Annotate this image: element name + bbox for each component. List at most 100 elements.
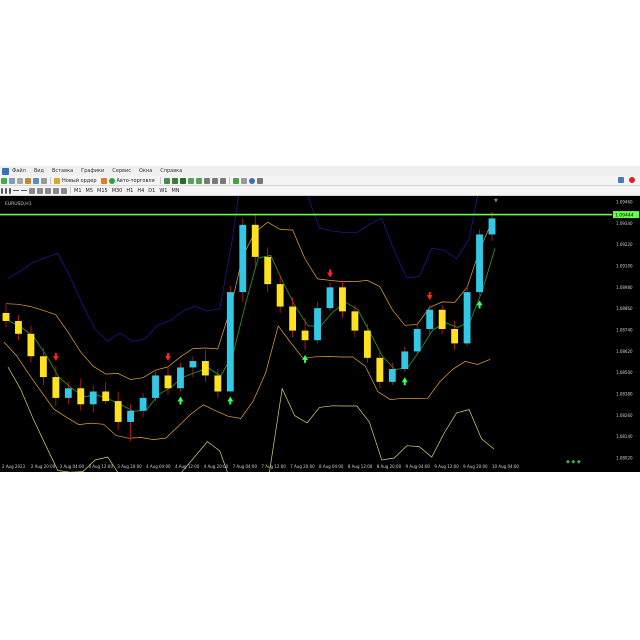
label-icon[interactable] <box>53 187 59 194</box>
auto-trading-button[interactable]: Авто-торговля <box>117 178 155 184</box>
vertical-line-icon[interactable] <box>9 187 11 194</box>
menu-help[interactable]: Справка <box>160 168 182 174</box>
trendline-icon[interactable] <box>21 190 27 191</box>
tf-m5[interactable]: M5 <box>86 188 94 194</box>
price-tick-label: 1.08620 <box>616 349 633 354</box>
candlestick-icon[interactable] <box>171 177 178 184</box>
chart-shift-marker-icon[interactable]: ▼ <box>494 198 498 204</box>
indicators-icon[interactable] <box>232 177 239 184</box>
menu-tools[interactable]: Сервис <box>112 168 131 174</box>
periods-icon[interactable] <box>240 177 247 184</box>
bar-chart-icon[interactable] <box>163 177 170 184</box>
data-window-icon[interactable] <box>25 177 31 184</box>
tf-w1[interactable]: W1 <box>159 188 167 194</box>
bear-candle <box>351 311 359 331</box>
price-tick-label: 1.08020 <box>616 456 633 461</box>
terminal-icon[interactable] <box>41 177 47 184</box>
time-tick-label: 4 Aug 20:00 <box>204 464 229 469</box>
bull-candle <box>189 361 197 368</box>
time-tick-label: 9 Aug 20:00 <box>463 464 488 469</box>
time-tick-label: 9 Aug 12:00 <box>434 464 459 469</box>
bear-candle <box>289 306 297 331</box>
toolbar-separator <box>228 177 230 184</box>
toolbar-separator <box>70 187 71 194</box>
menu-file[interactable]: Файл <box>12 168 26 174</box>
price-scale[interactable] <box>612 196 640 472</box>
menu-view[interactable]: Вид <box>34 168 44 174</box>
chart-shift-icon[interactable] <box>211 177 218 184</box>
bear-candle <box>438 309 446 329</box>
price-tick-label: 1.08500 <box>616 370 633 375</box>
menu-window[interactable]: Окна <box>139 168 152 174</box>
tf-h1[interactable]: H1 <box>126 188 133 194</box>
new-chart-icon[interactable] <box>1 177 7 184</box>
new-order-icon[interactable] <box>54 177 60 184</box>
text-icon[interactable] <box>45 187 51 194</box>
tile-windows-icon[interactable] <box>203 177 210 184</box>
price-tick-label: 1.09340 <box>616 221 633 226</box>
bull-candle <box>326 287 334 309</box>
time-tick-label: 7 Aug 12:00 <box>261 464 286 469</box>
bear-candle <box>164 375 172 389</box>
menu-charts[interactable]: Графики <box>81 168 104 174</box>
autoscroll-icon[interactable] <box>219 177 226 184</box>
tf-d1[interactable]: D1 <box>148 188 155 194</box>
zoom-in-icon[interactable] <box>187 177 194 184</box>
tf-m30[interactable]: M30 <box>112 188 123 194</box>
auto-trading-icon[interactable] <box>108 177 115 184</box>
templates-icon[interactable] <box>248 177 255 184</box>
line-chart-icon[interactable] <box>179 177 186 184</box>
tf-h4[interactable]: H4 <box>137 188 144 194</box>
toolbar-separator <box>159 177 161 184</box>
toolbar-separator <box>50 177 51 184</box>
sell-arrow-icon <box>327 269 333 278</box>
horizontal-line-icon[interactable] <box>13 190 19 191</box>
tf-mn[interactable]: MN <box>171 188 179 194</box>
bear-candle <box>114 401 122 422</box>
standard-toolbar: Новый ордер Авто-торговля <box>0 176 640 186</box>
bull-candle <box>139 397 147 411</box>
tf-m15[interactable]: M15 <box>97 188 108 194</box>
sell-arrow-icon <box>426 291 433 300</box>
bull-candle <box>463 292 471 344</box>
bear-candle <box>363 330 371 358</box>
bull-candle <box>152 375 159 398</box>
level-price-label: 1.09444 <box>615 212 634 218</box>
price-tick-label: 1.08740 <box>616 328 633 333</box>
new-order-button[interactable]: Новый ордер <box>62 178 97 184</box>
meta-editor-icon[interactable] <box>100 177 107 184</box>
arrows-icon[interactable] <box>61 187 67 194</box>
profiles-icon[interactable] <box>9 177 15 184</box>
buy-arrow-icon <box>302 354 309 363</box>
dropdown-icon[interactable] <box>256 177 263 184</box>
search-icon[interactable] <box>618 177 624 183</box>
price-tick-label: 1.08860 <box>616 306 633 311</box>
buy-arrow-icon <box>177 396 184 405</box>
market-watch-icon[interactable] <box>17 177 23 184</box>
cursor-icon[interactable] <box>1 187 3 194</box>
bear-candle <box>301 330 309 341</box>
tf-m1[interactable]: M1 <box>74 188 82 194</box>
price-tick-label: 1.09100 <box>616 264 633 269</box>
bull-candle <box>239 224 247 293</box>
bull-candle <box>314 308 321 341</box>
price-tick-label: 1.09460 <box>616 200 633 205</box>
navigator-icon[interactable] <box>33 177 39 184</box>
time-tick-label: 9 Aug 04:00 <box>406 464 431 469</box>
chart-window[interactable]: 1.09444 1.09460 1.09340 1.09220 1.09100 1.08… <box>0 196 640 472</box>
fibonacci-icon[interactable] <box>37 187 43 194</box>
price-chart[interactable]: 1.09444 1.09460 1.09340 1.09220 1.09100 1.08… <box>0 196 640 472</box>
zoom-out-icon[interactable] <box>195 177 202 184</box>
time-tick-label: 7 Aug 20:00 <box>290 464 315 469</box>
crosshair-icon[interactable] <box>5 187 7 194</box>
time-tick-label: 10 Aug 04:00 <box>492 464 519 469</box>
price-tick-label: 1.08980 <box>616 285 633 290</box>
time-axis-labels: 2 Aug 2023 2 Aug 20:00 3 Aug 04:00 3 Aug 12… <box>2 464 519 469</box>
record-icon[interactable] <box>629 177 635 183</box>
bull-candle <box>413 328 421 352</box>
bull-candle <box>127 410 135 422</box>
equidistant-channel-icon[interactable] <box>29 187 35 194</box>
menu-insert[interactable]: Вставка <box>52 168 73 174</box>
sell-arrow-icon <box>165 352 171 361</box>
time-tick-label: 3 Aug 04:00 <box>60 464 85 469</box>
